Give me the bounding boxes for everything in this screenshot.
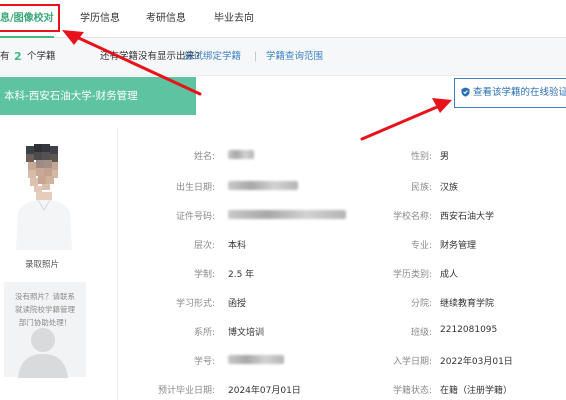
status-value: 在籍（注册学籍）	[440, 386, 513, 396]
top-nav: 息/图像校对 学历信息 考研信息 毕业去向	[0, 0, 566, 39]
duration-value: 2.5 年	[228, 270, 255, 280]
highlight-box	[0, 4, 60, 32]
gender-label: 性别:	[410, 152, 432, 162]
avatar-placeholder-icon	[18, 328, 68, 378]
student-no-value-redacted	[228, 355, 284, 364]
study-form-value: 函授	[228, 299, 247, 309]
level-value: 本科	[228, 241, 247, 251]
category-value: 成人	[440, 270, 459, 280]
grad-date-label: 预计毕业日期:	[157, 386, 215, 396]
birth-label: 出生日期:	[175, 183, 215, 193]
count-unit: 个学籍	[27, 51, 56, 62]
photo-caption: 录取照片	[24, 260, 59, 270]
tab-education[interactable]: 学历信息	[80, 0, 120, 38]
major-value: 财务管理	[440, 241, 477, 251]
id-value-redacted	[228, 210, 346, 219]
school-value: 西安石油大学	[440, 212, 495, 222]
bind-record-link[interactable]: 尝试绑定学籍	[184, 38, 241, 76]
branch-value: 继续教育学院	[440, 299, 495, 309]
id-label: 证件号码:	[175, 212, 215, 222]
enroll-date-label: 入学日期:	[392, 357, 432, 367]
ethnicity-value: 汉族	[440, 183, 459, 193]
birth-value-redacted	[228, 181, 298, 190]
arrow-to-verify-button	[360, 102, 446, 141]
study-form-label: 学习形式:	[175, 299, 215, 309]
query-scope-link[interactable]: 学籍查询范围	[266, 38, 323, 76]
tab-postgraduate[interactable]: 考研信息	[146, 0, 186, 38]
branch-label: 分院:	[410, 299, 432, 309]
verify-label: 查看该学籍的在线验证	[473, 87, 566, 98]
name-value-redacted	[228, 150, 254, 159]
record-header: 本科-西安石油大学-财务管理	[0, 77, 196, 115]
ethnicity-label: 民族:	[410, 183, 432, 193]
record-count-bar: 有 2 个学籍 还有学籍没有显示出来? 尝试绑定学籍 | 学籍查询范围	[0, 38, 566, 76]
duration-label: 学制:	[193, 270, 215, 280]
shield-icon	[461, 87, 470, 97]
grad-date-value: 2024年07月01日	[228, 386, 301, 396]
arrow-head-verify	[432, 98, 452, 113]
enrollment-photo	[14, 140, 74, 250]
name-label: 姓名:	[193, 152, 215, 162]
level-label: 层次:	[193, 241, 215, 251]
department-value: 博文培训	[228, 328, 265, 338]
status-label: 学籍状态:	[392, 386, 432, 396]
student-no-label: 学号:	[193, 357, 215, 367]
online-verify-button[interactable]: 查看该学籍的在线验证	[454, 78, 566, 108]
count-prefix: 有	[0, 51, 10, 62]
class-label: 班级:	[410, 328, 432, 338]
school-label: 学校名称:	[392, 212, 432, 222]
category-label: 学历类别:	[392, 270, 432, 280]
record-count: 2	[14, 50, 22, 63]
enroll-date-value: 2022年03月01日	[440, 357, 513, 367]
divider: |	[254, 51, 258, 62]
class-value: 2212081095	[440, 325, 498, 335]
tab-graduation[interactable]: 毕业去向	[214, 0, 254, 38]
column-divider	[117, 128, 118, 400]
major-label: 专业:	[410, 241, 432, 251]
department-label: 系所:	[193, 328, 215, 338]
gender-value: 男	[440, 152, 450, 162]
